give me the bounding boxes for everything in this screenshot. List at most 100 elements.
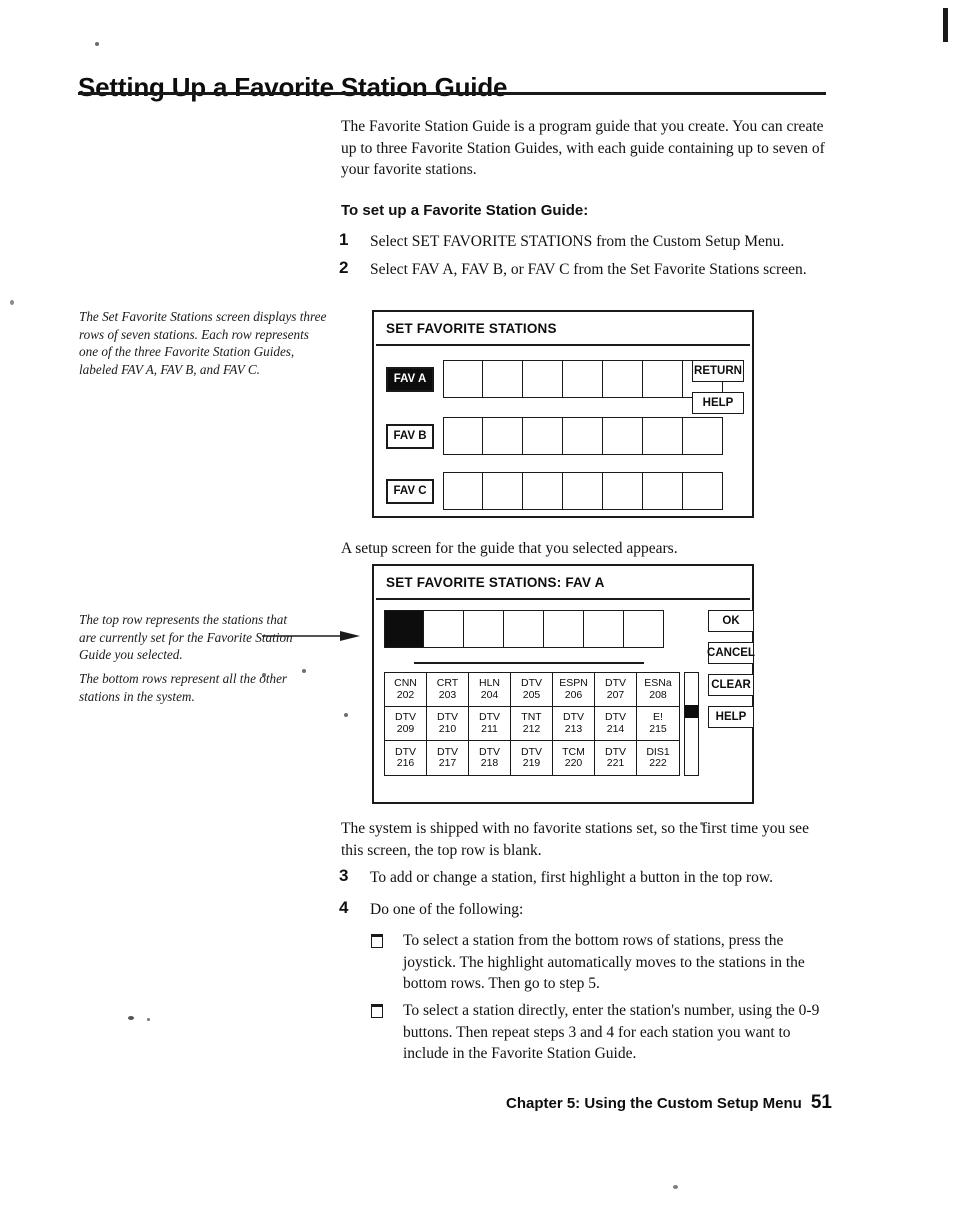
margin-note-fav-rows: The Set Favorite Stations screen display… — [79, 309, 327, 377]
help-button-screen-one[interactable]: HELP — [692, 392, 744, 414]
station-cell[interactable]: TCM 220 — [553, 741, 595, 775]
ok-button[interactable]: OK — [708, 610, 754, 632]
fav-a-cell-1[interactable] — [443, 360, 483, 398]
intro-paragraph: The Favorite Station Guide is a program … — [341, 118, 825, 178]
station-cell[interactable]: CNN 202 — [385, 673, 427, 707]
station-cell[interactable]: DTV 218 — [469, 741, 511, 775]
fav-c-button[interactable]: FAV C — [386, 478, 434, 504]
station-number: 219 — [522, 757, 541, 769]
step-3: 3 To add or change a station, first high… — [339, 866, 833, 889]
fav-c-cell-2[interactable] — [483, 472, 523, 510]
fav-b-button[interactable]: FAV B — [386, 423, 434, 449]
station-cell[interactable]: TNT 212 — [511, 707, 553, 741]
station-number: 209 — [396, 722, 415, 735]
fav-b-cell-4[interactable] — [563, 417, 603, 455]
fav-c-cell-1[interactable] — [443, 472, 483, 510]
station-cell[interactable]: DTV 213 — [553, 707, 595, 741]
station-cell[interactable]: HLN 204 — [469, 673, 511, 707]
station-number: 218 — [480, 757, 499, 769]
station-name: DTV — [563, 711, 584, 723]
clear-button[interactable]: CLEAR — [708, 674, 754, 696]
fav-row-c: FAV C — [386, 472, 723, 510]
fav-b-cell-1[interactable] — [443, 417, 483, 455]
station-cell[interactable]: DIS1 222 — [637, 741, 679, 775]
fav-c-cell-6[interactable] — [643, 472, 683, 510]
station-cell[interactable]: DTV 207 — [595, 673, 637, 707]
station-number: 221 — [606, 757, 625, 769]
station-cell[interactable]: DTV 205 — [511, 673, 553, 707]
station-cell[interactable]: CRT 203 — [427, 673, 469, 707]
return-button[interactable]: RETURN — [692, 360, 744, 382]
fav-a-cell-5[interactable] — [603, 360, 643, 398]
scan-artifact — [344, 713, 348, 717]
station-number: 203 — [438, 688, 457, 701]
bullet-square-icon — [371, 934, 383, 948]
section-subhead: To set up a Favorite Station Guide: — [341, 202, 589, 219]
step-2-text: Select FAV A, FAV B, or FAV C from the S… — [370, 261, 807, 278]
station-cell[interactable]: DTV 209 — [385, 707, 427, 741]
station-cell[interactable]: DTV 217 — [427, 741, 469, 775]
station-cell[interactable]: DTV 216 — [385, 741, 427, 775]
fav-row-b: FAV B — [386, 417, 723, 455]
cancel-button[interactable]: CANCEL — [707, 642, 755, 664]
station-number: 217 — [438, 757, 457, 769]
scan-artifact — [147, 1018, 150, 1021]
station-cell[interactable]: DTV 221 — [595, 741, 637, 775]
station-number: 212 — [522, 722, 541, 735]
selected-cell-6[interactable] — [584, 610, 624, 648]
selected-cell-4[interactable] — [504, 610, 544, 648]
station-cell[interactable]: DTV 210 — [427, 707, 469, 741]
fav-b-cell-7[interactable] — [683, 417, 723, 455]
station-cell[interactable]: DTV 211 — [469, 707, 511, 741]
fav-b-cell-6[interactable] — [643, 417, 683, 455]
station-number: 220 — [564, 757, 583, 769]
fav-b-cell-2[interactable] — [483, 417, 523, 455]
bullet-item-1-text: To select a station from the bottom rows… — [403, 932, 805, 992]
station-name: TNT — [521, 711, 542, 723]
page-title: Setting Up a Favorite Station Guide — [78, 72, 508, 103]
help-button-screen-two[interactable]: HELP — [708, 706, 754, 728]
screen-set-favorite-stations-fav-a: SET FAVORITE STATIONS: FAV A CNN 202 CRT… — [372, 564, 755, 804]
scrollbar-thumb[interactable] — [685, 705, 698, 718]
step-2-number: 2 — [339, 258, 349, 277]
fav-a-selected-stations-row — [384, 610, 664, 648]
fav-a-station-cells — [443, 360, 723, 398]
station-cell[interactable]: ESPN 206 — [553, 673, 595, 707]
fav-a-cell-6[interactable] — [643, 360, 683, 398]
selected-cell-5[interactable] — [544, 610, 584, 648]
station-number: 204 — [480, 688, 499, 701]
footer-page-number: 51 — [810, 1092, 832, 1113]
step-4-number: 4 — [339, 898, 349, 917]
scan-artifact — [10, 300, 14, 305]
fav-c-cell-7[interactable] — [683, 472, 723, 510]
selected-cell-1[interactable] — [384, 610, 424, 648]
margin-note-bottom-rows: The bottom rows represent all the other … — [79, 671, 288, 704]
fav-b-cell-3[interactable] — [523, 417, 563, 455]
selected-cell-3[interactable] — [464, 610, 504, 648]
bullet-item-2-text: To select a station directly, enter the … — [403, 1002, 820, 1062]
station-cell[interactable]: DTV 219 — [511, 741, 553, 775]
station-cell[interactable]: E! 215 — [637, 707, 679, 741]
selected-cell-2[interactable] — [424, 610, 464, 648]
station-cell[interactable]: ESNa 208 — [637, 673, 679, 707]
selected-cell-7[interactable] — [624, 610, 664, 648]
fav-a-cell-2[interactable] — [483, 360, 523, 398]
station-number: 211 — [481, 722, 498, 735]
fav-c-cell-5[interactable] — [603, 472, 643, 510]
station-number: 214 — [606, 722, 625, 735]
station-number: 222 — [649, 757, 667, 769]
station-number: 213 — [564, 722, 583, 735]
station-grid-scrollbar[interactable] — [684, 672, 699, 776]
fav-a-cell-4[interactable] — [563, 360, 603, 398]
fav-a-button[interactable]: FAV A — [386, 366, 434, 392]
scan-artifact — [128, 1016, 134, 1020]
fav-row-a: FAV A — [386, 360, 723, 398]
station-cell[interactable]: DTV 214 — [595, 707, 637, 741]
fav-a-cell-3[interactable] — [523, 360, 563, 398]
scan-artifact — [95, 42, 99, 46]
fav-c-cell-3[interactable] — [523, 472, 563, 510]
station-number: 216 — [396, 757, 415, 769]
fav-b-cell-5[interactable] — [603, 417, 643, 455]
station-name: DTV — [395, 711, 416, 723]
fav-c-cell-4[interactable] — [563, 472, 603, 510]
